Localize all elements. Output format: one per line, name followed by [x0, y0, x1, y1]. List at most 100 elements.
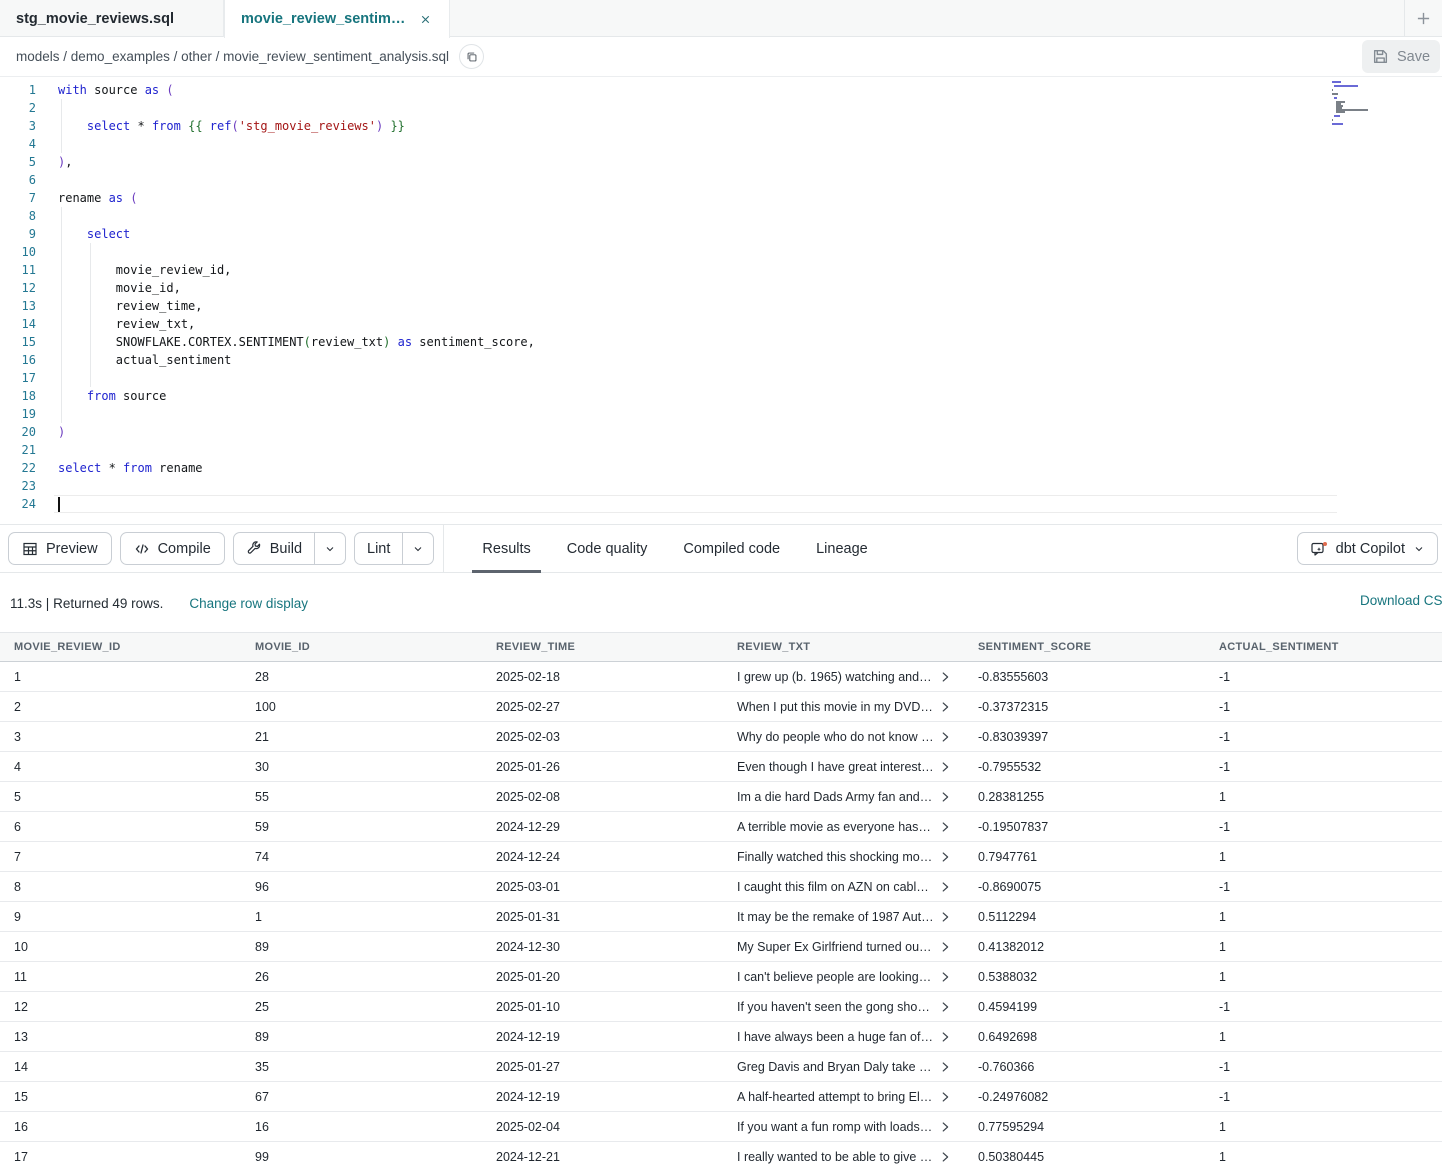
tab-compiled-code[interactable]: Compiled code [671, 524, 792, 573]
tab-stg-movie-reviews[interactable]: stg_movie_reviews.sql [0, 0, 224, 37]
change-row-display-link[interactable]: Change row display [189, 596, 308, 611]
table-cell: -1 [1205, 662, 1442, 692]
review-text-cell: A half-hearted attempt to bring Elvis P… [723, 1082, 964, 1112]
review-text-cell: Finally watched this shocking movie la… [723, 842, 964, 872]
code-editor[interactable]: 123456789101112131415161718192021222324 … [0, 78, 1442, 524]
code-line[interactable] [40, 477, 1442, 495]
expand-cell-icon[interactable] [938, 1090, 952, 1104]
code-line[interactable]: ), [40, 153, 1442, 171]
copy-path-button[interactable] [459, 44, 484, 69]
expand-cell-icon[interactable] [938, 790, 952, 804]
lint-dropdown-button[interactable] [402, 533, 433, 564]
table-row: 6592024-12-29A terrible movie as everyon… [0, 812, 1442, 842]
code-line[interactable]: movie_review_id, [40, 261, 1442, 279]
table-cell: -0.8690075 [964, 872, 1205, 902]
tab-movie-review-sentiment[interactable]: movie_review_sentiment_… [224, 0, 450, 38]
code-line[interactable] [40, 207, 1442, 225]
review-text-cell: A terrible movie as everyone has said. … [723, 812, 964, 842]
dbt-ide-app: stg_movie_reviews.sql movie_review_senti… [0, 0, 1442, 1166]
table-cell: -0.83039397 [964, 722, 1205, 752]
table-cell: 2024-12-24 [482, 842, 723, 872]
code-line[interactable] [40, 171, 1442, 189]
copilot-label: dbt Copilot [1336, 541, 1405, 557]
expand-cell-icon[interactable] [938, 1150, 952, 1164]
table-cell: 2025-01-27 [482, 1052, 723, 1082]
line-number: 15 [0, 333, 40, 351]
code-line[interactable]: actual_sentiment [40, 351, 1442, 369]
expand-cell-icon[interactable] [938, 730, 952, 744]
table-cell: -0.37372315 [964, 692, 1205, 722]
build-button[interactable]: Build [234, 533, 314, 564]
review-text: Im a die hard Dads Army fan and nothi… [737, 790, 934, 804]
save-button[interactable]: Save [1362, 40, 1440, 73]
code-line[interactable] [40, 405, 1442, 423]
code-line[interactable]: rename as ( [40, 189, 1442, 207]
lint-button[interactable]: Lint [355, 533, 402, 564]
expand-cell-icon[interactable] [938, 700, 952, 714]
review-text-cell: Why do people who do not know what… [723, 722, 964, 752]
code-line[interactable] [54, 495, 1337, 513]
tab-results[interactable]: Results [470, 524, 542, 573]
review-text-cell: I really wanted to be able to give this … [723, 1142, 964, 1166]
review-text: A terrible movie as everyone has said. … [737, 820, 934, 834]
code-line[interactable]: SNOWFLAKE.CORTEX.SENTIMENT(review_txt) a… [40, 333, 1442, 351]
column-header-review_txt: REVIEW_TXT [723, 633, 964, 662]
expand-cell-icon[interactable] [938, 760, 952, 774]
expand-cell-icon[interactable] [938, 1120, 952, 1134]
table-cell: 13 [0, 1022, 241, 1052]
table-cell: 2025-02-04 [482, 1112, 723, 1142]
table-cell: 2024-12-30 [482, 932, 723, 962]
download-csv-link[interactable]: Download CSV [1360, 593, 1442, 608]
code-line[interactable]: with source as ( [40, 81, 1442, 99]
chevron-down-icon [412, 543, 424, 555]
expand-cell-icon[interactable] [938, 850, 952, 864]
table-cell: 4 [0, 752, 241, 782]
table-row: 8962025-03-01I caught this film on AZN o… [0, 872, 1442, 902]
table-cell: 89 [241, 1022, 482, 1052]
expand-cell-icon[interactable] [938, 970, 952, 984]
code-line[interactable] [40, 135, 1442, 153]
expand-cell-icon[interactable] [938, 1060, 952, 1074]
code-line[interactable] [40, 99, 1442, 117]
preview-button[interactable]: Preview [8, 532, 112, 565]
expand-cell-icon[interactable] [938, 820, 952, 834]
code-line[interactable]: select * from rename [40, 459, 1442, 477]
expand-cell-icon[interactable] [938, 940, 952, 954]
table-cell: 0.41382012 [964, 932, 1205, 962]
tab-lineage[interactable]: Lineage [804, 524, 880, 573]
table-cell: 1 [1205, 902, 1442, 932]
expand-cell-icon[interactable] [938, 910, 952, 924]
review-text-cell: I grew up (b. 1965) watching and lovin… [723, 662, 964, 692]
code-line[interactable] [40, 441, 1442, 459]
code-line[interactable] [40, 369, 1442, 387]
close-tab-icon[interactable] [418, 10, 433, 28]
code-line[interactable] [40, 243, 1442, 261]
lint-label: Lint [367, 541, 390, 557]
results-table-body: 1282025-02-18I grew up (b. 1965) watchin… [0, 662, 1442, 1166]
code-line[interactable]: movie_id, [40, 279, 1442, 297]
editor-tab-bar: stg_movie_reviews.sql movie_review_senti… [0, 0, 1442, 37]
table-row: 1282025-02-18I grew up (b. 1965) watchin… [0, 662, 1442, 692]
code-line[interactable]: review_txt, [40, 315, 1442, 333]
code-line[interactable]: select * from {{ ref('stg_movie_reviews'… [40, 117, 1442, 135]
table-cell: 2025-01-20 [482, 962, 723, 992]
code-line[interactable]: from source [40, 387, 1442, 405]
table-cell: 11 [0, 962, 241, 992]
minimap[interactable] [1332, 81, 1396, 129]
code-line[interactable]: select [40, 225, 1442, 243]
line-number: 14 [0, 315, 40, 333]
new-tab-button[interactable] [1404, 0, 1442, 37]
compile-button[interactable]: Compile [120, 532, 225, 565]
code-line[interactable]: review_time, [40, 297, 1442, 315]
expand-cell-icon[interactable] [938, 1030, 952, 1044]
expand-cell-icon[interactable] [938, 1000, 952, 1014]
expand-cell-icon[interactable] [938, 670, 952, 684]
code-line[interactable]: ) [40, 423, 1442, 441]
results-table: MOVIE_REVIEW_IDMOVIE_IDREVIEW_TIMEREVIEW… [0, 632, 1442, 1166]
review-text: It may be the remake of 1987 Autumn'… [737, 910, 934, 924]
build-dropdown-button[interactable] [314, 533, 345, 564]
dbt-copilot-button[interactable]: dbt Copilot [1297, 532, 1438, 565]
review-text-cell: Im a die hard Dads Army fan and nothi… [723, 782, 964, 812]
tab-code-quality[interactable]: Code quality [555, 524, 660, 573]
expand-cell-icon[interactable] [938, 880, 952, 894]
